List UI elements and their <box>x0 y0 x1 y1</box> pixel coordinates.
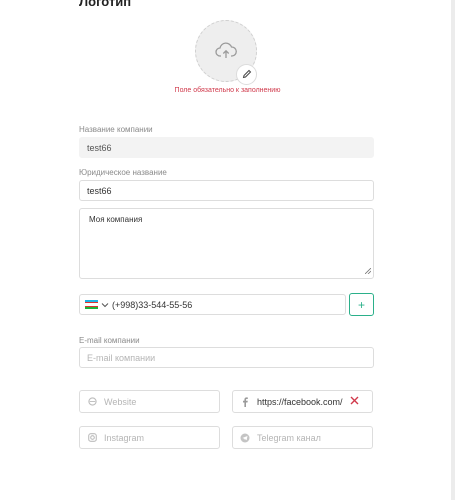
email-placeholder: E-mail компании <box>87 352 156 363</box>
legal-name-value: test66 <box>87 185 112 196</box>
phone-field[interactable]: (+998)33-544-55-56 <box>79 294 346 315</box>
logo-error-message: Поле обязательно к заполнению <box>174 87 281 94</box>
chevron-down-icon[interactable] <box>101 300 109 310</box>
legal-name-field[interactable]: test66 <box>79 180 374 201</box>
cloud-upload-icon <box>215 42 237 60</box>
facebook-field[interactable]: https://facebook.com/ <box>232 390 373 413</box>
company-name-field: test66 <box>79 137 374 158</box>
telegram-field[interactable]: Telegram канал <box>232 426 373 449</box>
email-label: E-mail компании <box>79 336 140 345</box>
phone-value: (+998)33-544-55-56 <box>112 299 193 310</box>
close-icon[interactable] <box>350 396 359 407</box>
legal-name-label: Юридическое название <box>79 168 167 177</box>
instagram-icon <box>80 433 104 442</box>
pencil-icon <box>242 66 252 84</box>
email-field[interactable]: E-mail компании <box>79 347 374 368</box>
telegram-icon <box>233 433 257 443</box>
scrollbar[interactable] <box>451 0 455 500</box>
instagram-placeholder: Instagram <box>104 432 145 443</box>
instagram-field[interactable]: Instagram <box>79 426 220 449</box>
edit-logo-button[interactable] <box>236 64 257 85</box>
company-name-label: Название компании <box>79 125 153 134</box>
facebook-value: https://facebook.com/ <box>257 396 343 407</box>
globe-icon <box>80 397 104 406</box>
add-phone-button[interactable]: + <box>349 293 374 316</box>
website-field[interactable]: Website <box>79 390 220 413</box>
telegram-placeholder: Telegram канал <box>257 432 321 443</box>
description-textarea[interactable]: Моя компания <box>79 208 374 279</box>
description-value: Моя компания <box>89 215 143 224</box>
logo-section-title: Логотип <box>79 0 132 9</box>
facebook-icon <box>233 396 257 407</box>
website-placeholder: Website <box>104 396 137 407</box>
company-name-value: test66 <box>87 142 112 153</box>
resize-handle-icon[interactable] <box>364 267 372 276</box>
uz-flag-icon[interactable] <box>85 300 98 309</box>
